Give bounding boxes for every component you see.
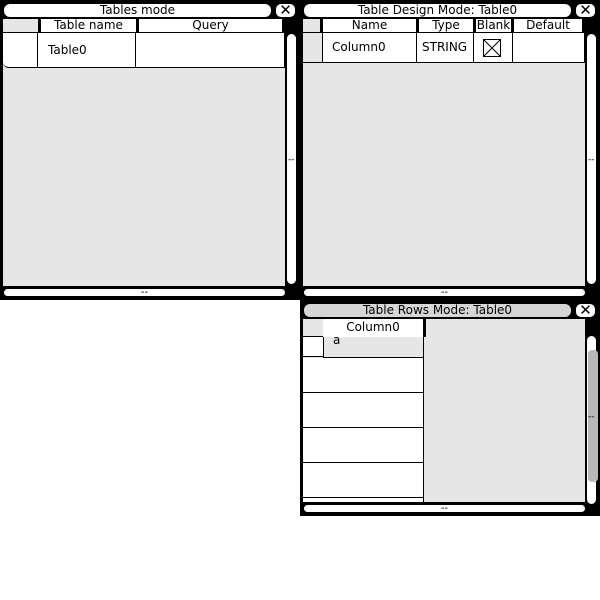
tables-mode-vscroll-grip: -- [288,155,295,165]
table-query-cell[interactable] [136,33,285,68]
table-name-cell[interactable]: Table0 [38,33,136,68]
column-header-query[interactable]: Query [139,19,285,33]
table-design-vscroll-grip: -- [588,155,595,165]
column-header-default[interactable]: Default [514,19,585,33]
rows-row-header[interactable] [303,358,324,393]
tables-mode-title[interactable]: Tables mode [3,3,272,18]
row-cell[interactable]: a [323,333,424,358]
column-header-name[interactable]: Name [323,19,419,33]
table-design-window: Table Design Mode: Table0 ✕ Name Type Bl… [300,0,600,300]
rows-row-header-corner [303,319,323,337]
design-row-header-corner [303,19,323,33]
tables-mode-horizontal-scrollbar[interactable]: -- [3,288,286,298]
row-cell[interactable] [323,463,424,498]
table-design-grid: Name Type Blank Default Column0 STRING [303,19,585,286]
table-row-header[interactable] [3,33,38,68]
row-cell[interactable] [323,428,424,463]
rows-row-header[interactable] [303,337,324,357]
checkbox-cross-icon [484,40,500,56]
blank-checkbox[interactable] [483,39,501,57]
table-rows-grid: Column0 a [303,319,585,502]
rows-row-header [303,498,324,502]
rows-row-header[interactable] [303,463,324,498]
design-row-header[interactable] [303,33,323,63]
row-cell[interactable] [323,393,424,428]
table-rows-vscroll-grip: -- [588,412,595,422]
table-rows-window: Table Rows Mode: Table0 ✕ Column0 a -- -… [300,300,600,516]
column-header-table-name[interactable]: Table name [41,19,139,33]
table-design-title[interactable]: Table Design Mode: Table0 [303,3,572,18]
rows-row-header[interactable] [303,393,324,428]
column-default-cell[interactable] [513,33,585,63]
tables-mode-window: Tables mode ✕ Table name Query Table0 --… [0,0,300,300]
table-design-horizontal-scrollbar[interactable]: -- [303,288,586,298]
tables-mode-close-button[interactable]: ✕ [275,3,296,18]
table-rows-close-button[interactable]: ✕ [575,303,596,318]
rows-row-header[interactable] [303,428,324,463]
column-header-type[interactable]: Type [419,19,476,33]
row-cell[interactable] [323,358,424,393]
table-design-close-button[interactable]: ✕ [575,3,596,18]
table-rows-title[interactable]: Table Rows Mode: Table0 [303,303,572,318]
table-rows-horizontal-scrollbar[interactable]: -- [303,504,586,514]
tables-mode-grid: Table name Query Table0 [3,19,285,286]
column-header-blank[interactable]: Blank [476,19,514,33]
tables-row-header-corner [3,19,41,33]
row-cell [323,498,424,502]
column-name-cell[interactable]: Column0 [323,33,417,63]
column-type-cell[interactable]: STRING [417,33,474,63]
